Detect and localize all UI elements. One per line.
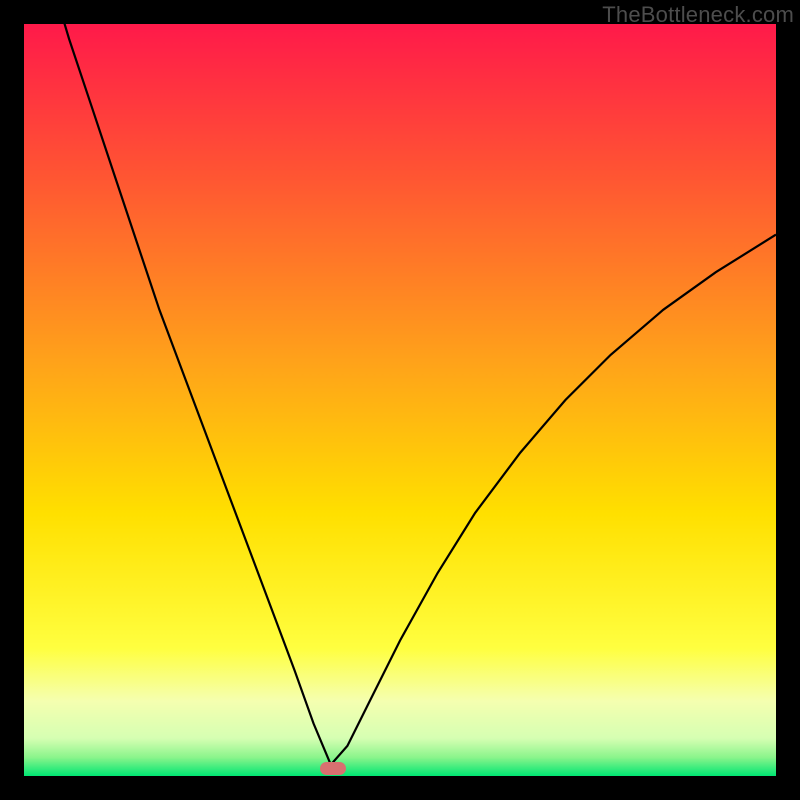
chart-gradient-background (24, 24, 776, 776)
chart-frame (24, 24, 776, 776)
optimum-marker (320, 762, 346, 775)
watermark-text: TheBottleneck.com (602, 2, 794, 28)
